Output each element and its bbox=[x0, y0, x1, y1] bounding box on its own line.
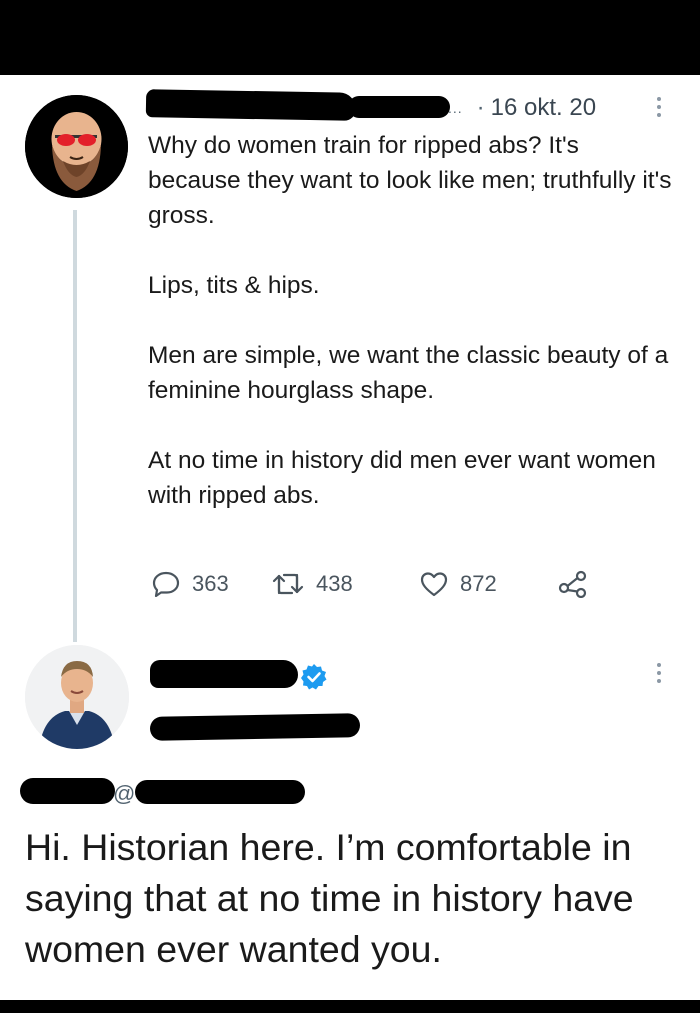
more-icon[interactable] bbox=[657, 663, 663, 683]
tweet-paragraph: Men are simple, we want the classic beau… bbox=[148, 342, 669, 404]
like-count: 872 bbox=[460, 571, 497, 596]
avatar-illustration bbox=[25, 645, 129, 749]
meta-separator: · bbox=[476, 94, 485, 121]
tweet-paragraph: Why do women train for ripped abs? It's … bbox=[148, 132, 672, 229]
reply-count: 363 bbox=[192, 571, 229, 596]
tweet-paragraph: At no time in history did men ever want … bbox=[148, 447, 656, 509]
share-icon bbox=[558, 570, 587, 598]
redacted-handle bbox=[135, 780, 305, 804]
reply-icon bbox=[152, 571, 180, 597]
redacted-handle bbox=[348, 96, 450, 118]
avatar-illustration bbox=[25, 95, 128, 198]
like-icon bbox=[420, 572, 448, 597]
tweet-meta: ... · 16 okt. 20 bbox=[448, 92, 596, 124]
retweet-count: 438 bbox=[316, 571, 353, 596]
thread-line bbox=[73, 210, 77, 642]
tweet-actions: 363 438 872 bbox=[152, 566, 622, 602]
retweet-icon bbox=[272, 573, 304, 595]
reply-text: Hi. Historian here. I’m comfortable in s… bbox=[25, 826, 634, 970]
tweet-text: Why do women train for ripped abs? It's … bbox=[148, 128, 678, 548]
redacted-name bbox=[150, 660, 298, 688]
avatar[interactable] bbox=[25, 645, 129, 749]
more-icon[interactable] bbox=[657, 97, 663, 117]
verified-badge-icon bbox=[301, 664, 327, 690]
reply-button[interactable]: 363 bbox=[152, 571, 272, 597]
avatar[interactable] bbox=[25, 95, 128, 198]
tweet-date[interactable]: 16 okt. 20 bbox=[491, 94, 596, 122]
handle-prefix: @ bbox=[113, 781, 136, 806]
tweet-paragraph: Lips, tits & hips. bbox=[148, 272, 320, 299]
name-truncation: ... bbox=[448, 100, 463, 116]
retweet-button[interactable]: 438 bbox=[272, 571, 420, 597]
redacted-handle bbox=[149, 713, 361, 741]
bottom-black-bar bbox=[0, 1000, 700, 1013]
like-button[interactable]: 872 bbox=[420, 571, 558, 597]
share-button[interactable] bbox=[558, 570, 588, 598]
redacted-name bbox=[145, 89, 357, 121]
redacted-name bbox=[20, 778, 115, 804]
top-black-bar bbox=[0, 0, 700, 75]
